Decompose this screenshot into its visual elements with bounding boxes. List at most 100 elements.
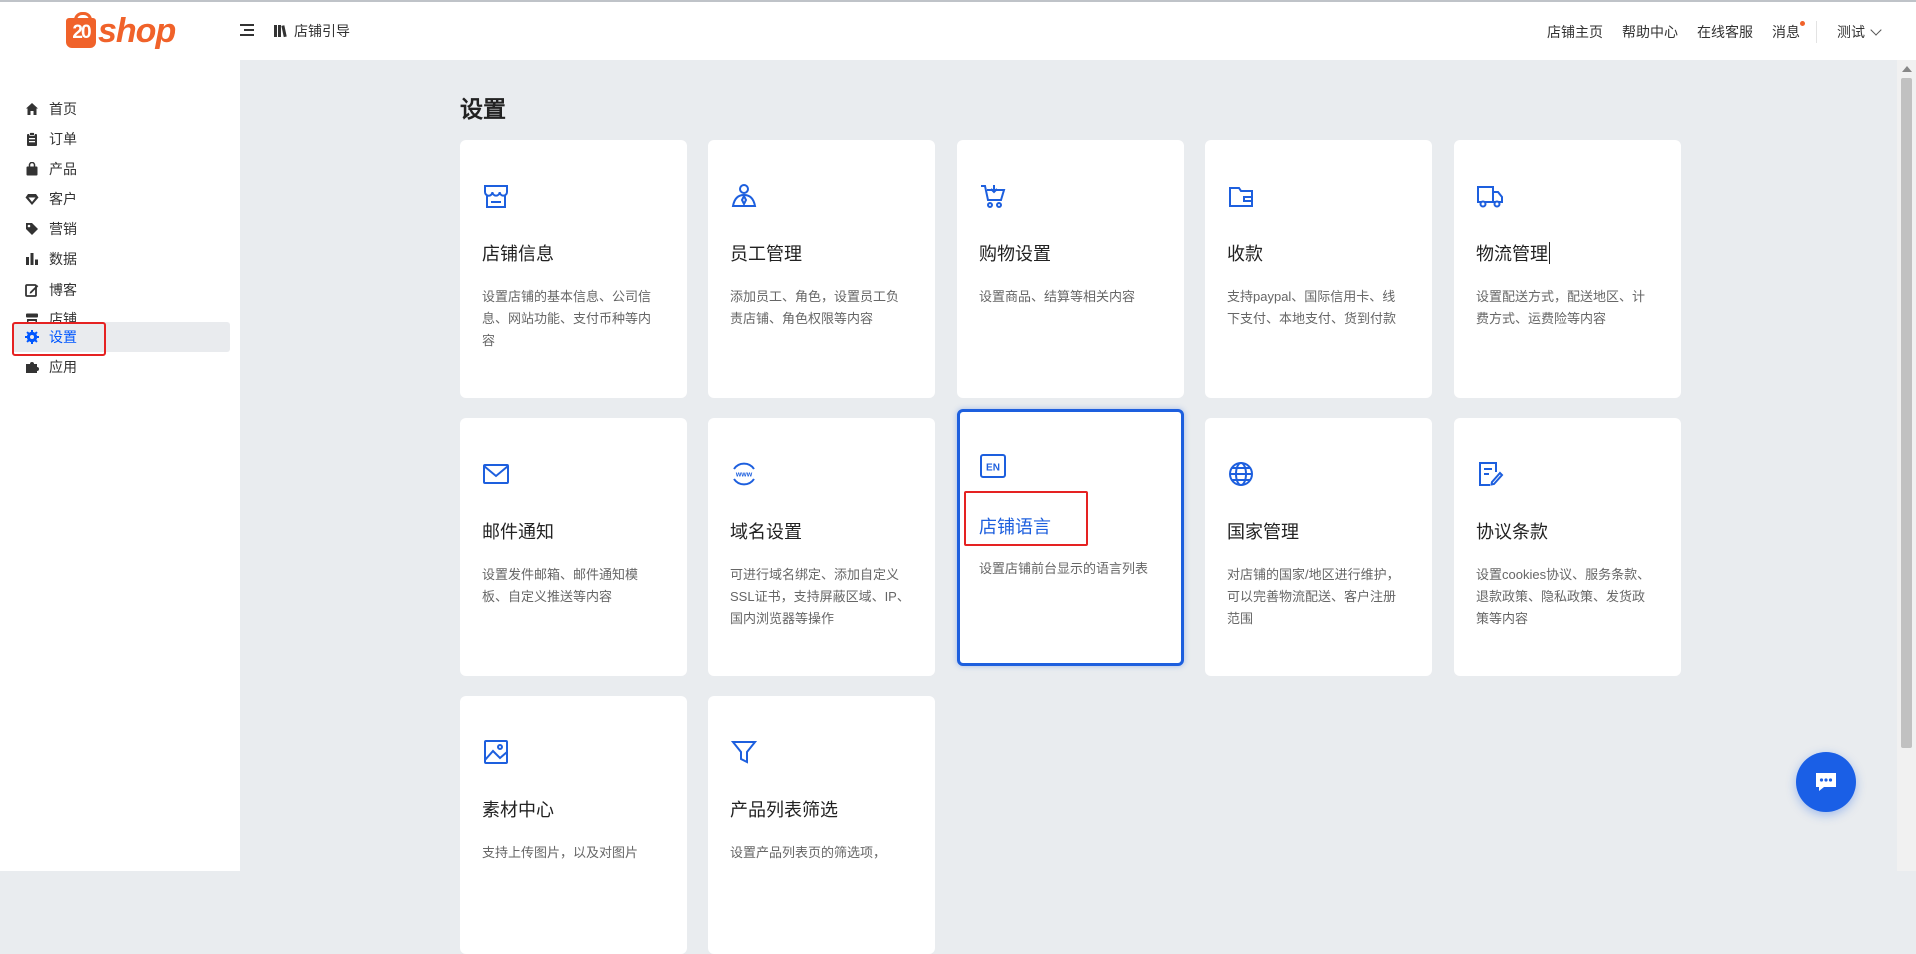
sidebar-item-apps[interactable]: 应用 bbox=[12, 352, 230, 382]
card-terms[interactable]: 协议条款 设置cookies协议、服务条款、退款政策、隐私政策、发货政策等内容 bbox=[1454, 418, 1681, 676]
sidebar-item-blog[interactable]: 博客 bbox=[12, 275, 230, 305]
sidebar-item-orders[interactable]: 订单 bbox=[12, 124, 230, 154]
card-title: 域名设置 bbox=[730, 522, 802, 542]
card-title: 协议条款 bbox=[1476, 522, 1548, 542]
header-divider bbox=[1816, 21, 1817, 43]
header-links: 店铺主页 帮助中心 在线客服 消息 测试 bbox=[1547, 21, 1882, 43]
en-icon: EN bbox=[980, 454, 1006, 478]
card-title: 员工管理 bbox=[730, 244, 802, 264]
card-product-filter[interactable]: 产品列表筛选 设置产品列表页的筛选项， bbox=[708, 696, 935, 954]
globe-icon bbox=[1229, 462, 1253, 486]
card-title: 店铺信息 bbox=[482, 244, 554, 264]
store-language-highlight-box bbox=[964, 491, 1088, 546]
sidebar-item-label: 首页 bbox=[49, 101, 77, 117]
home-icon bbox=[26, 103, 38, 115]
card-title: 购物设置 bbox=[979, 244, 1051, 264]
menu-toggle-icon[interactable] bbox=[240, 22, 256, 38]
page-scrollbar[interactable] bbox=[1897, 60, 1916, 871]
card-country-management[interactable]: 国家管理 对店铺的国家/地区进行维护，可以完善物流配送、客户注册范围 bbox=[1205, 418, 1432, 676]
book-icon bbox=[274, 25, 287, 38]
card-title: 收款 bbox=[1227, 244, 1263, 264]
card-description: 可进行域名绑定、添加自定义SSL证书，支持屏蔽区域、IP、国内浏览器等操作 bbox=[730, 567, 910, 626]
card-description: 支持paypal、国际信用卡、线下支付、本地支付、货到付款 bbox=[1227, 289, 1397, 326]
bag-icon bbox=[26, 162, 38, 176]
card-description: 支持上传图片，以及对图片 bbox=[482, 845, 639, 860]
card-description: 设置店铺的基本信息、公司信息、网站功能、支付币种等内容 bbox=[482, 289, 652, 348]
sidebar-item-marketing[interactable]: 营销 bbox=[12, 214, 230, 244]
card-title: 邮件通知 bbox=[482, 522, 554, 542]
help-center-link[interactable]: 帮助中心 bbox=[1622, 22, 1678, 42]
chevron-down-icon bbox=[1870, 23, 1882, 36]
card-staff-management[interactable]: 员工管理 添加员工、角色，设置员工负责店铺、角色权限等内容 bbox=[708, 140, 935, 398]
card-store-info[interactable]: 店铺信息 设置店铺的基本信息、公司信息、网站功能、支付币种等内容 bbox=[460, 140, 687, 398]
svg-text:EN: EN bbox=[986, 463, 1000, 474]
user-name: 测试 bbox=[1837, 24, 1865, 40]
chat-bubble-icon bbox=[1816, 773, 1836, 791]
puzzle-icon bbox=[26, 362, 39, 373]
store-guide-label: 店铺引导 bbox=[294, 23, 350, 39]
sidebar-item-data[interactable]: 数据 bbox=[12, 244, 230, 274]
messages-link[interactable]: 消息 bbox=[1772, 21, 1805, 42]
card-media-center[interactable]: 素材中心 支持上传图片，以及对图片 bbox=[460, 696, 687, 954]
staff-icon bbox=[731, 184, 757, 207]
card-description: 添加员工、角色，设置员工负责店铺、角色权限等内容 bbox=[730, 289, 900, 326]
store-home-link[interactable]: 店铺主页 bbox=[1547, 22, 1603, 42]
page-title: 设置 bbox=[460, 96, 506, 122]
card-payments[interactable]: 收款 支持paypal、国际信用卡、线下支付、本地支付、货到付款 bbox=[1205, 140, 1432, 398]
truck-icon bbox=[1477, 186, 1503, 208]
filter-icon bbox=[730, 741, 758, 764]
sidebar-item-label: 订单 bbox=[49, 131, 77, 147]
card-title: 国家管理 bbox=[1227, 522, 1299, 542]
top-header: 20 shop 店铺引导 店铺主页 帮助中心 在线客服 消息 测试 bbox=[0, 2, 1916, 60]
chat-button[interactable] bbox=[1796, 752, 1856, 812]
scrollbar-thumb[interactable] bbox=[1901, 78, 1912, 748]
settings-highlight-box bbox=[12, 322, 106, 356]
card-description: 设置店铺前台显示的语言列表 bbox=[979, 561, 1149, 576]
tag-icon bbox=[26, 223, 38, 235]
card-description: 设置cookies协议、服务条款、退款政策、隐私政策、发货政策等内容 bbox=[1476, 567, 1651, 626]
messages-label: 消息 bbox=[1772, 24, 1800, 40]
card-title: 产品列表筛选 bbox=[730, 800, 838, 820]
text-cursor bbox=[1549, 242, 1550, 264]
card-description: 设置商品、结算等相关内容 bbox=[979, 289, 1136, 304]
online-support-link[interactable]: 在线客服 bbox=[1697, 22, 1753, 42]
mail-icon bbox=[483, 464, 509, 484]
diamond-icon bbox=[25, 194, 39, 205]
sidebar-item-products[interactable]: 产品 bbox=[12, 154, 230, 184]
image-icon bbox=[484, 740, 508, 764]
scroll-up-arrow-icon[interactable] bbox=[1902, 66, 1912, 72]
edit-icon bbox=[25, 284, 39, 297]
sidebar-item-label: 博客 bbox=[49, 282, 77, 298]
card-description: 设置发件邮箱、邮件通知模板、自定义推送等内容 bbox=[482, 567, 639, 604]
card-shopping-settings[interactable]: 购物设置 设置商品、结算等相关内容 bbox=[957, 140, 1184, 398]
sidebar-item-label: 营销 bbox=[49, 221, 77, 237]
unread-dot bbox=[1800, 21, 1805, 26]
clipboard-icon bbox=[27, 132, 37, 146]
sidebar-item-label: 数据 bbox=[49, 251, 77, 267]
bar-chart-icon bbox=[26, 253, 38, 265]
sidebar-item-customers[interactable]: 客户 bbox=[12, 184, 230, 214]
cart-icon bbox=[981, 185, 1006, 208]
store-guide-link[interactable]: 店铺引导 bbox=[274, 21, 350, 41]
logo-bag-icon: 20 bbox=[66, 12, 96, 48]
card-description: 设置配送方式，配送地区、计费方式、运费险等内容 bbox=[1476, 289, 1646, 326]
user-menu[interactable]: 测试 bbox=[1837, 22, 1882, 42]
sidebar-item-label: 应用 bbox=[49, 359, 77, 375]
card-email-notifications[interactable]: 邮件通知 设置发件邮箱、邮件通知模板、自定义推送等内容 bbox=[460, 418, 687, 676]
wallet-icon bbox=[1229, 187, 1253, 207]
sidebar-item-label: 产品 bbox=[49, 161, 77, 177]
sidebar: 首页 订单 产品 客户 营销 数据 博客 店铺 设置 应用 bbox=[0, 60, 240, 871]
card-logistics[interactable]: 物流管理 设置配送方式，配送地区、计费方式、运费险等内容 bbox=[1454, 140, 1681, 398]
card-description: 设置产品列表页的筛选项， bbox=[730, 845, 887, 860]
store-icon bbox=[484, 185, 508, 208]
document-icon bbox=[1479, 462, 1504, 486]
sidebar-item-label: 客户 bbox=[49, 191, 77, 207]
card-description: 对店铺的国家/地区进行维护，可以完善物流配送、客户注册范围 bbox=[1227, 567, 1400, 626]
www-icon: www bbox=[733, 462, 755, 486]
logo-text: shop bbox=[98, 12, 176, 50]
svg-text:www: www bbox=[735, 472, 753, 479]
sidebar-item-home[interactable]: 首页 bbox=[12, 94, 230, 124]
card-title: 素材中心 bbox=[482, 800, 554, 820]
logo[interactable]: 20 shop bbox=[66, 12, 184, 54]
card-domain-settings[interactable]: www 域名设置 可进行域名绑定、添加自定义SSL证书，支持屏蔽区域、IP、国内… bbox=[708, 418, 935, 676]
